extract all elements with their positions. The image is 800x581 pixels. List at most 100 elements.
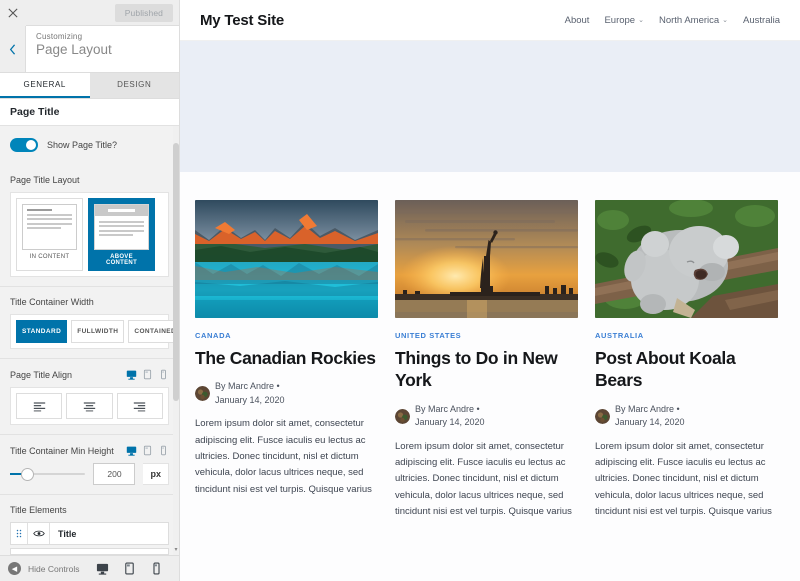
post-category[interactable]: CANADA <box>195 331 378 340</box>
min-height-input[interactable]: 200 <box>93 463 136 485</box>
avatar <box>195 386 210 402</box>
post-grid: CANADA The Canadian Rockies By Marc Andr… <box>180 172 800 520</box>
post-author[interactable]: By Marc Andre <box>415 404 474 414</box>
hide-controls-label[interactable]: Hide Controls <box>28 564 80 574</box>
site-preview: My Test Site About Europe ⌄ North Americ… <box>180 0 800 581</box>
align-left-button[interactable] <box>16 393 63 419</box>
tablet-icon[interactable] <box>142 369 153 380</box>
customizer-footer: ◀ Hide Controls <box>0 555 179 581</box>
post-author[interactable]: By Marc Andre <box>215 381 274 391</box>
width-option-standard[interactable]: STANDARD <box>16 320 68 343</box>
avatar <box>395 408 410 424</box>
post-meta-text: By Marc Andre • January 14, 2020 <box>415 403 485 430</box>
above-content-preview-icon <box>94 204 149 250</box>
show-page-title-control: Show Page Title? <box>0 126 179 165</box>
desktop-icon[interactable] <box>126 369 137 380</box>
meta-separator: • <box>476 403 480 414</box>
page-title-align-header: Page Title Align <box>10 369 169 380</box>
width-option-fullwidth[interactable]: FULLWIDTH <box>71 320 125 343</box>
controls-scroll-area[interactable]: Show Page Title? Page Title Layout IN CO… <box>0 126 179 555</box>
page-title-align-options <box>10 387 169 425</box>
title-element-row-next[interactable] <box>10 548 169 555</box>
site-header: My Test Site About Europe ⌄ North Americ… <box>180 0 800 41</box>
post-title[interactable]: Things to Do in New York <box>395 347 578 392</box>
koala-bear-photo[interactable] <box>595 200 778 318</box>
post-meta-text: By Marc Andre • January 14, 2020 <box>615 403 685 430</box>
mobile-icon[interactable] <box>158 369 169 380</box>
layout-option-in-content-label: IN CONTENT <box>29 254 70 260</box>
post-author[interactable]: By Marc Andre <box>615 404 674 414</box>
nav-item-label: About <box>564 14 590 26</box>
page-title-align-control: Page Title Align <box>0 359 179 435</box>
desktop-icon[interactable] <box>126 445 137 456</box>
section-title: Page Title <box>0 99 179 126</box>
post-card: CANADA The Canadian Rockies By Marc Andr… <box>195 200 378 520</box>
back-chevron-icon[interactable] <box>0 26 26 72</box>
panel-scrollbar[interactable]: ▾ <box>173 126 179 555</box>
layout-option-above-content[interactable]: ABOVE CONTENT <box>88 198 155 271</box>
post-category[interactable]: UNITED STATES <box>395 331 578 340</box>
scroll-down-arrow-icon[interactable]: ▾ <box>173 546 179 553</box>
nav-item-label: North America <box>658 14 720 26</box>
post-meta-text: By Marc Andre • January 14, 2020 <box>215 380 285 407</box>
mobile-icon[interactable] <box>150 562 163 575</box>
post-date: January 14, 2020 <box>215 394 285 405</box>
drag-handle-icon[interactable] <box>11 523 28 544</box>
tablet-icon[interactable] <box>123 562 136 575</box>
nav-item-about[interactable]: About <box>565 15 590 26</box>
tab-design[interactable]: DESIGN <box>89 73 179 98</box>
width-option-contained[interactable]: CONTAINED <box>128 320 179 343</box>
title-min-height-header: Title Container Min Height <box>10 445 169 456</box>
post-title[interactable]: The Canadian Rockies <box>195 347 378 369</box>
post-meta: By Marc Andre • January 14, 2020 <box>395 403 578 430</box>
title-elements-control: Title Elements Title <box>0 495 179 555</box>
post-category[interactable]: AUSTRALIA <box>595 331 778 340</box>
min-height-slider[interactable] <box>10 467 86 481</box>
eye-icon[interactable] <box>28 523 50 544</box>
title-container-width-label: Title Container Width <box>10 297 94 307</box>
align-device-switcher <box>126 369 169 380</box>
site-title[interactable]: My Test Site <box>200 12 284 29</box>
mountain-lake-photo[interactable] <box>195 200 378 318</box>
show-page-title-toggle[interactable] <box>10 138 38 152</box>
title-elements-label: Title Elements <box>10 505 67 515</box>
meta-separator: • <box>276 381 280 392</box>
post-date: January 14, 2020 <box>415 417 485 428</box>
title-min-height-label: Title Container Min Height <box>10 445 114 456</box>
layout-option-in-content[interactable]: IN CONTENT <box>16 198 83 271</box>
post-excerpt: Lorem ipsum dolor sit amet, consectetur … <box>395 440 572 518</box>
tab-general[interactable]: GENERAL <box>0 73 90 98</box>
slider-handle[interactable] <box>20 467 34 481</box>
mobile-icon[interactable] <box>158 445 169 456</box>
footer-device-switcher <box>96 562 171 575</box>
post-title[interactable]: Post About Koala Bears <box>595 347 778 392</box>
chevron-down-icon: ⌄ <box>722 17 729 24</box>
tablet-icon[interactable] <box>142 445 153 456</box>
align-center-button[interactable] <box>66 393 113 419</box>
collapse-arrow-icon[interactable]: ◀ <box>8 562 21 575</box>
align-right-button[interactable] <box>116 393 163 419</box>
post-excerpt: Lorem ipsum dolor sit amet, consectetur … <box>195 418 372 495</box>
title-container-width-options: STANDARD FULLWIDTH CONTAINED <box>10 314 179 349</box>
panel-tabs: GENERAL DESIGN <box>0 73 179 99</box>
publish-button[interactable]: Published <box>114 3 173 22</box>
title-min-height-control: Title Container Min Height 200 px <box>0 435 179 495</box>
desktop-icon[interactable] <box>96 562 109 575</box>
page-title-layout-control: Page Title Layout IN CONTENT ABOVE CONTE… <box>0 165 179 287</box>
min-height-slider-row: 200 px <box>10 463 169 485</box>
nav-item-australia[interactable]: Australia <box>743 15 780 26</box>
title-element-row[interactable]: Title <box>10 522 169 545</box>
site-nav: About Europe ⌄ North America ⌄ Australia <box>565 15 780 26</box>
layout-option-above-content-label: ABOVE CONTENT <box>105 254 138 266</box>
customizer-topbar: Published <box>0 0 179 26</box>
nav-item-north-america[interactable]: North America ⌄ <box>659 15 728 26</box>
nav-item-label: Europe <box>604 14 636 26</box>
nav-item-europe[interactable]: Europe ⌄ <box>604 15 644 26</box>
avatar <box>595 408 610 424</box>
show-page-title-label: Show Page Title? <box>47 140 118 150</box>
statue-of-liberty-sunset-photo[interactable] <box>395 200 578 318</box>
scrollbar-thumb[interactable] <box>173 143 179 401</box>
close-icon[interactable] <box>0 0 26 26</box>
post-date: January 14, 2020 <box>615 417 685 428</box>
panel-heading: Customizing Page Layout <box>26 26 179 72</box>
